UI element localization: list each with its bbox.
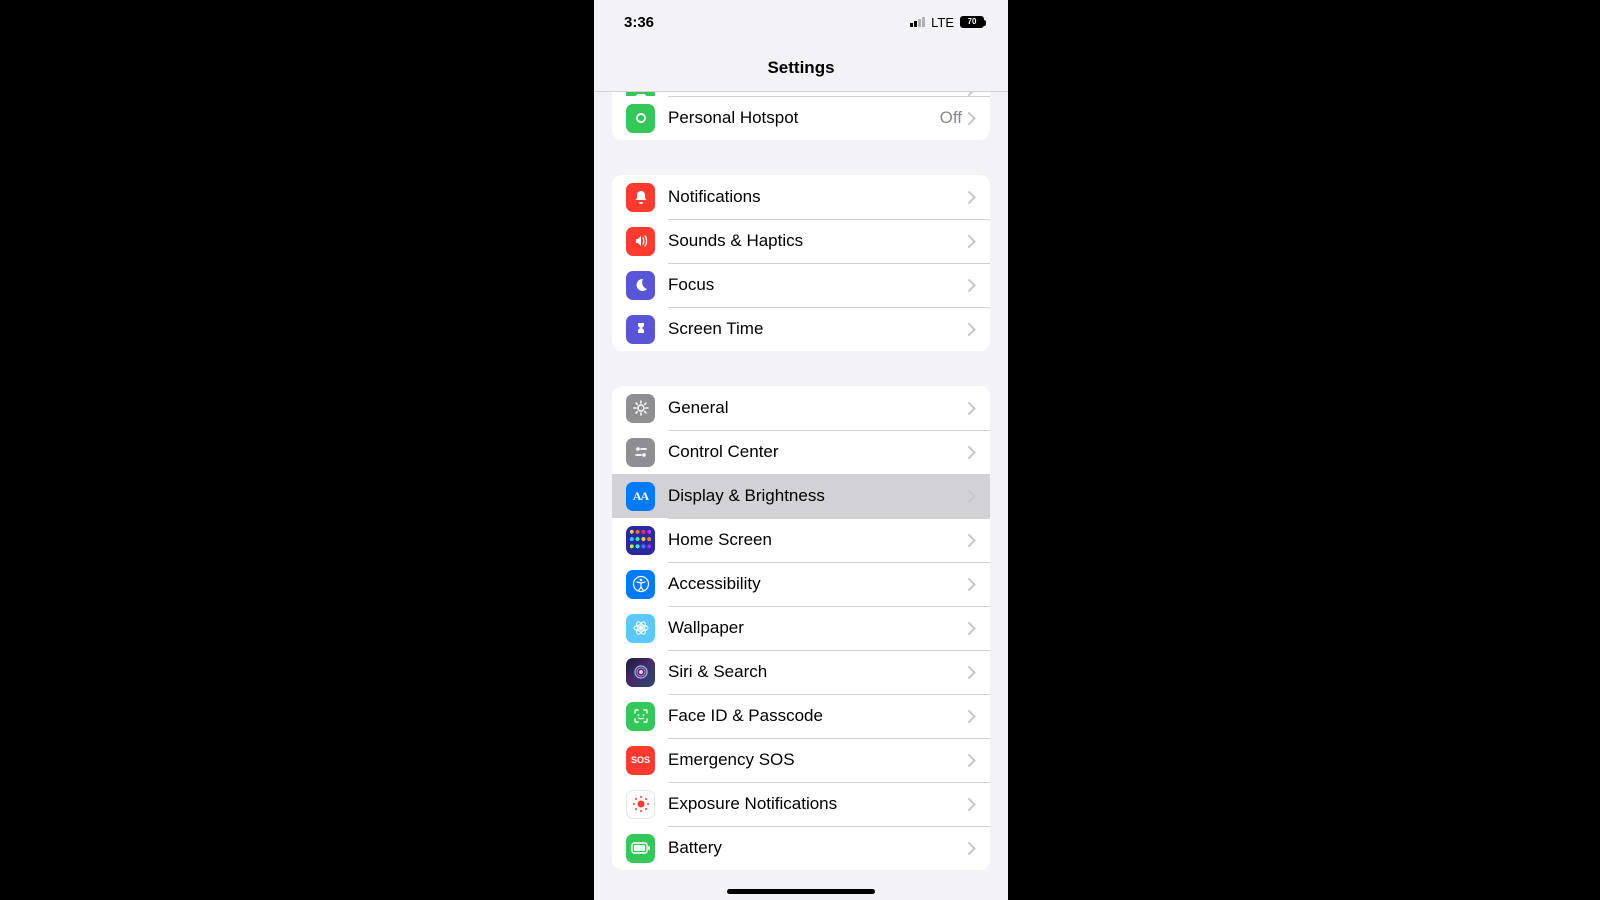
chevron-right-icon [968,191,976,204]
row-label: Home Screen [668,530,968,550]
row-faceid[interactable]: Face ID & Passcode [612,694,990,738]
row-focus[interactable]: Focus [612,263,990,307]
chevron-right-icon [968,112,976,125]
faceid-icon [626,702,655,731]
chevron-right-icon [968,490,976,503]
chevron-right-icon [968,446,976,459]
row-control-center[interactable]: Control Center [612,430,990,474]
group-notifications: Notifications Sounds & Haptics Focus [612,175,990,351]
group-general: General Control Center AA Display & Brig… [612,386,990,870]
screen-time-icon [626,315,655,344]
row-label: Exposure Notifications [668,794,968,814]
row-screen-time[interactable]: Screen Time [612,307,990,351]
phone-frame: 3:36 LTE 70 Settings Cellular [594,0,1008,900]
siri-icon [626,658,655,687]
row-display-brightness[interactable]: AA Display & Brightness [612,474,990,518]
network-label: LTE [931,15,954,30]
chevron-right-icon [968,323,976,336]
row-battery[interactable]: Battery [612,826,990,870]
display-icon: AA [626,482,655,511]
chevron-right-icon [968,578,976,591]
row-label: Siri & Search [668,662,968,682]
row-sos[interactable]: SOS Emergency SOS [612,738,990,782]
chevron-right-icon [968,798,976,811]
page-title: Settings [767,58,834,78]
battery-icon: 70 [960,16,984,28]
row-sounds[interactable]: Sounds & Haptics [612,219,990,263]
chevron-right-icon [968,754,976,767]
battery-icon [626,834,655,863]
row-label: Face ID & Passcode [668,706,968,726]
row-notifications[interactable]: Notifications [612,175,990,219]
signal-icon [910,17,925,27]
row-label: Sounds & Haptics [668,231,968,251]
status-right: LTE 70 [910,15,984,30]
row-label: Control Center [668,442,968,462]
chevron-right-icon [968,402,976,415]
chevron-right-icon [968,710,976,723]
row-label: Accessibility [668,574,968,594]
chevron-right-icon [968,666,976,679]
row-label: Screen Time [668,319,968,339]
status-time: 3:36 [624,14,654,31]
group-connectivity: Cellular Personal Hotspot Off [612,92,990,140]
row-wallpaper[interactable]: Wallpaper [612,606,990,650]
row-accessibility[interactable]: Accessibility [612,562,990,606]
sos-icon: SOS [626,746,655,775]
row-label: General [668,398,968,418]
row-home-screen[interactable]: Home Screen [612,518,990,562]
row-label: Wallpaper [668,618,968,638]
accessibility-icon [626,570,655,599]
wallpaper-icon [626,614,655,643]
sounds-icon [626,227,655,256]
row-label: Focus [668,275,968,295]
row-label: Personal Hotspot [668,108,940,128]
control-center-icon [626,438,655,467]
row-exposure[interactable]: Exposure Notifications [612,782,990,826]
home-indicator[interactable] [727,889,875,894]
focus-icon [626,271,655,300]
chevron-right-icon [968,534,976,547]
nav-header: Settings [594,44,1008,92]
exposure-icon [626,790,655,819]
row-value: Off [940,108,962,128]
chevron-right-icon [968,235,976,248]
chevron-right-icon [968,279,976,292]
row-label: Battery [668,838,968,858]
general-icon [626,394,655,423]
row-siri[interactable]: Siri & Search [612,650,990,694]
settings-scroll[interactable]: Cellular Personal Hotspot Off [594,92,1008,900]
row-general[interactable]: General [612,386,990,430]
row-label: Emergency SOS [668,750,968,770]
status-bar: 3:36 LTE 70 [594,0,1008,44]
chevron-right-icon [968,622,976,635]
row-label: Display & Brightness [668,486,968,506]
chevron-right-icon [968,842,976,855]
row-label: Notifications [668,187,968,207]
row-personal-hotspot[interactable]: Personal Hotspot Off [612,96,990,140]
notifications-icon [626,183,655,212]
hotspot-icon [626,104,655,133]
home-screen-icon [626,526,655,555]
